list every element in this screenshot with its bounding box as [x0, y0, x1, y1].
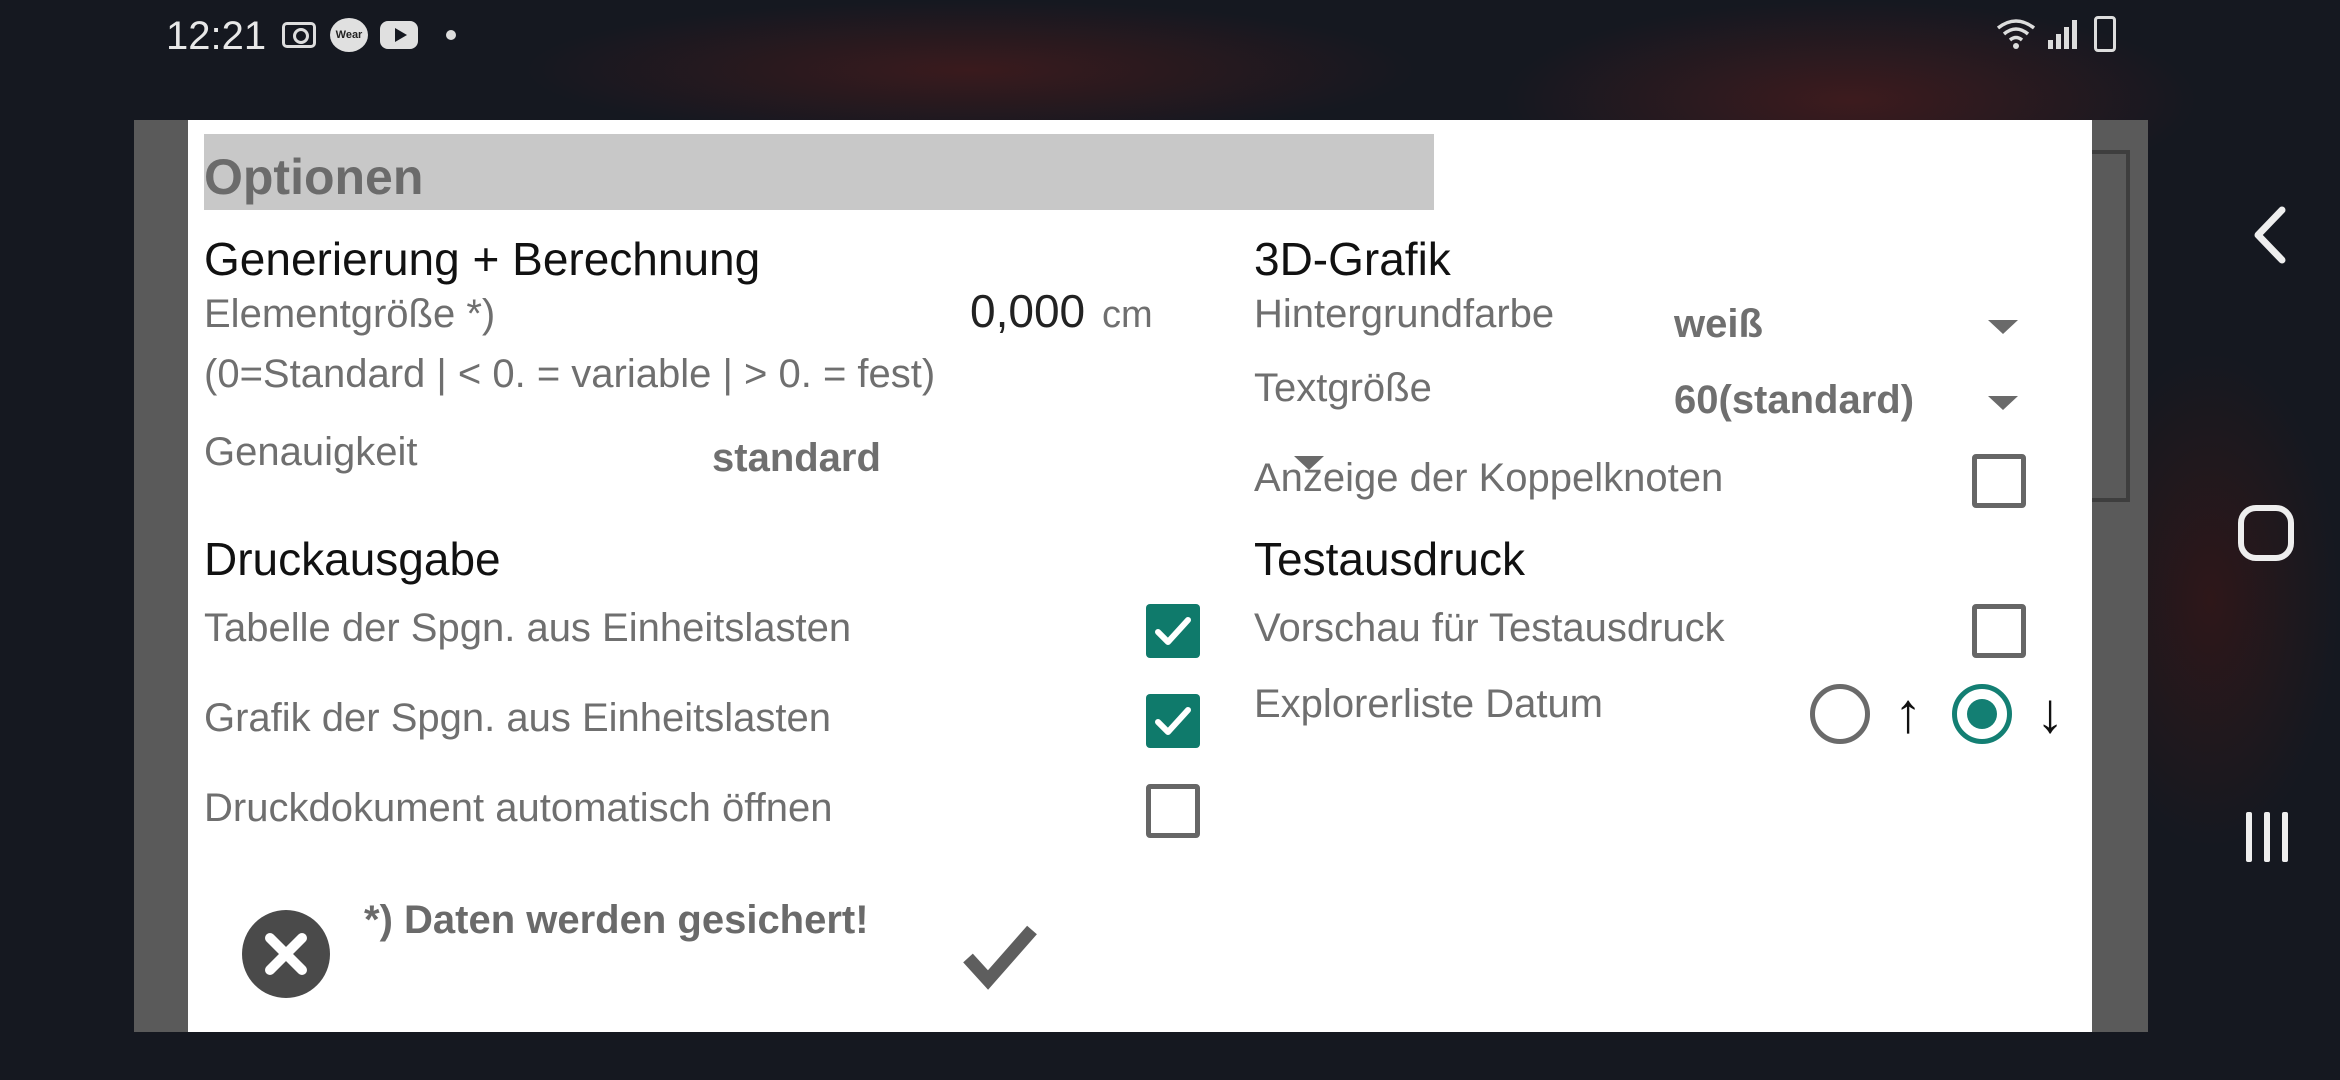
recent-apps-icon[interactable] — [2240, 810, 2294, 864]
home-icon[interactable] — [2238, 505, 2294, 561]
chevron-down-icon — [1988, 320, 2018, 334]
checkbox-coupling-nodes[interactable] — [1972, 454, 2026, 508]
explorer-date-label: Explorerliste Datum — [1254, 682, 1604, 726]
print-option-label: Tabelle der Spgn. aus Einheitslasten — [204, 606, 852, 650]
cancel-button[interactable] — [242, 910, 330, 998]
arrow-up-icon: ↑ — [1894, 681, 1922, 744]
back-icon[interactable] — [2240, 200, 2300, 270]
radio-sort-descending[interactable] — [1952, 684, 2012, 744]
checkbox-unit-load-graphic[interactable] — [1146, 694, 1200, 748]
youtube-icon — [380, 21, 418, 49]
checkbox-auto-open-document[interactable] — [1146, 784, 1200, 838]
chevron-down-icon — [1988, 396, 2018, 410]
accuracy-value: standard — [712, 436, 881, 480]
background-app-frame — [2090, 150, 2130, 502]
wear-icon: Wear — [330, 18, 368, 52]
confirm-button[interactable] — [960, 920, 1040, 990]
wifi-icon — [1996, 19, 2036, 49]
print-option-label: Grafik der Spgn. aus Einheitslasten — [204, 696, 832, 740]
camera-icon — [282, 22, 316, 48]
footnote-data-saved: *) Daten werden gesichert! — [364, 898, 869, 942]
accuracy-dropdown[interactable]: standard — [688, 420, 1338, 484]
status-time: 12:21 — [166, 14, 267, 58]
close-icon — [265, 933, 307, 975]
text-size-dropdown[interactable]: 60(standard) — [1658, 364, 2038, 428]
section-test-print-heading: Testausdruck — [1254, 533, 1526, 585]
section-print-heading: Druckausgabe — [204, 533, 501, 585]
dot-icon — [446, 30, 456, 40]
checkbox-test-print-preview[interactable] — [1972, 604, 2026, 658]
element-size-hint: (0=Standard | < 0. = variable | > 0. = f… — [204, 352, 936, 396]
battery-icon — [2094, 16, 2116, 52]
checkmark-icon — [1155, 707, 1191, 735]
dialog-title: Optionen — [204, 149, 424, 205]
section-3d-graphics-heading: 3D-Grafik — [1254, 233, 1451, 285]
signal-icon — [2048, 20, 2077, 49]
status-bar: 12:21 Wear — [0, 0, 2340, 70]
checkmark-icon — [1155, 617, 1191, 645]
arrow-down-icon: ↓ — [2036, 681, 2064, 744]
text-size-value: 60(standard) — [1674, 378, 1915, 422]
accuracy-label: Genauigkeit — [204, 430, 418, 474]
background-color-label: Hintergrundfarbe — [1254, 292, 1555, 336]
radio-sort-ascending[interactable] — [1810, 684, 1870, 744]
element-size-unit: cm — [1102, 294, 1153, 336]
element-size-input[interactable]: 0,000 — [970, 284, 1085, 338]
background-color-dropdown[interactable]: weiß — [1658, 288, 2038, 352]
section-generation-heading: Generierung + Berechnung — [204, 233, 761, 285]
print-option-label: Druckdokument automatisch öffnen — [204, 786, 833, 830]
coupling-nodes-label: Anzeige der Koppelknoten — [1254, 456, 1724, 500]
element-size-label: Elementgröße *) — [204, 292, 496, 336]
background-color-value: weiß — [1674, 302, 1763, 346]
test-print-preview-label: Vorschau für Testausdruck — [1254, 606, 1725, 650]
checkbox-unit-load-table[interactable] — [1146, 604, 1200, 658]
options-dialog: Optionen Generierung + Berechnung Elemen… — [188, 120, 2092, 1032]
text-size-label: Textgröße — [1254, 366, 1432, 410]
